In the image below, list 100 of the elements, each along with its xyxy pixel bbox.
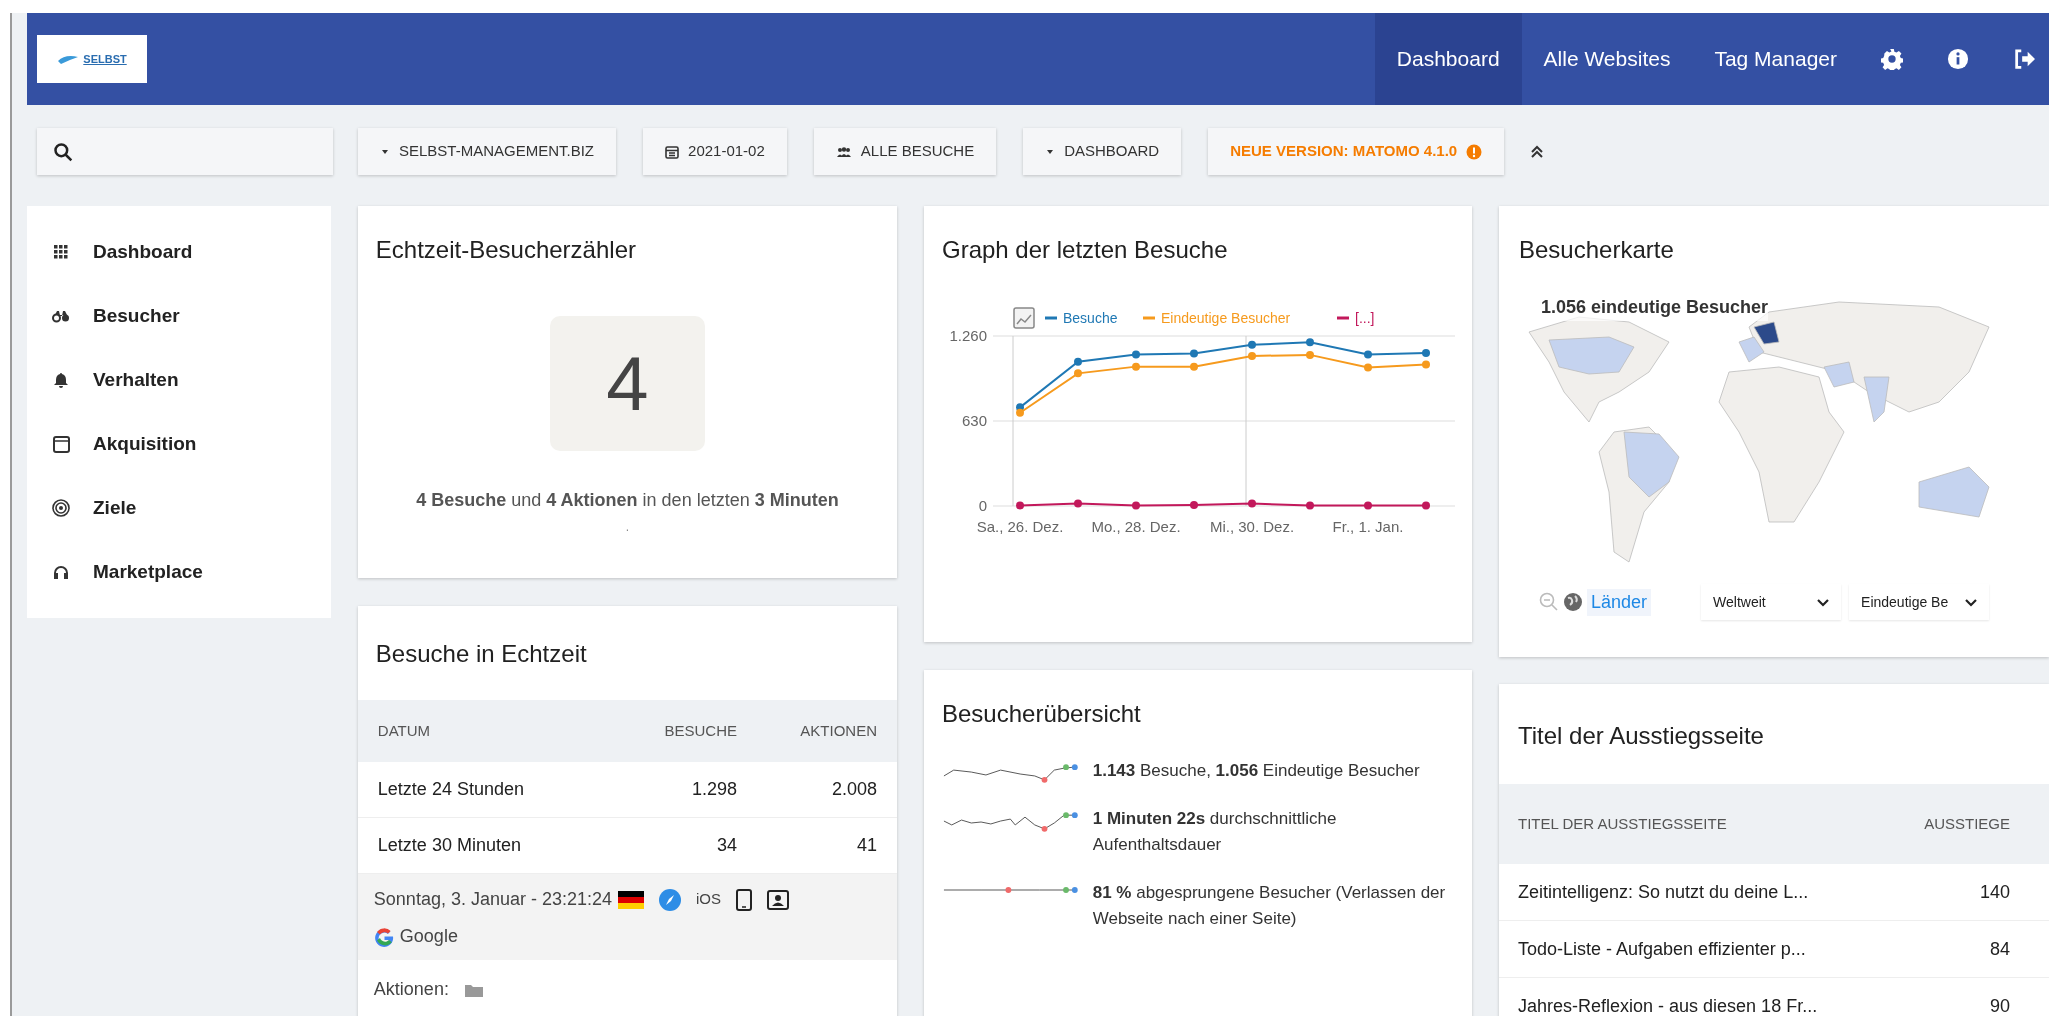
counter-summary: 4 Besuche und 4 Aktionen in den letzten 3 Minuten (416, 489, 839, 512)
data-point[interactable] (1074, 499, 1082, 508)
sidebar-item[interactable]: Ziele (27, 476, 331, 540)
bell-icon (54, 371, 68, 389)
axis-label: 630 (961, 412, 987, 429)
users-icon (835, 145, 852, 158)
axis-label: Fr., 1. Jan. (1332, 518, 1404, 535)
compass-icon (658, 887, 683, 912)
axis-label: 1.260 (949, 327, 987, 344)
dropdown-select[interactable]: Weltweit (1701, 584, 1842, 620)
table-cell-text: 84 (1988, 937, 2011, 961)
flag-icon (618, 890, 645, 909)
column-header: TITEL DER AUSSTIEGSSEITE (1518, 813, 1728, 834)
sidebar-item[interactable]: Verhalten (27, 348, 331, 412)
toolbar-button[interactable]: 2021-01-02 (643, 128, 787, 175)
chevron-icon (1965, 597, 1978, 607)
binoculars-icon (52, 309, 70, 323)
collapse-icon[interactable] (1530, 144, 1545, 159)
table-cell-text: Jahres-Reflexion - aus diesen 18 Fr... (1518, 994, 1819, 1016)
card-title: Graph der letzten Besuche (942, 235, 1229, 265)
axis-label: Mo., 28. Dez. (1091, 518, 1181, 535)
table-cell-text: 34 (715, 834, 737, 857)
legend-label: [...] (1355, 310, 1375, 326)
table-cell-text: 1.298 (690, 778, 737, 801)
data-point[interactable] (1016, 408, 1024, 417)
table-cell-text: Letzte 30 Minuten (377, 834, 522, 857)
data-point[interactable] (1132, 350, 1140, 359)
sidebar-item[interactable]: Akquisition (27, 412, 331, 476)
data-point[interactable] (1016, 501, 1024, 510)
axis-label: 0 (978, 497, 987, 514)
table-cell-text: Zeitintelligenz: So nutzt du deine L... (1518, 880, 1810, 904)
data-point[interactable] (1422, 501, 1430, 510)
sidebar-item[interactable]: Besucher (27, 284, 331, 348)
table-cell-text: Todo-Liste - Aufgaben effizienter p... (1518, 937, 1807, 961)
data-point[interactable] (1422, 349, 1430, 357)
data-point[interactable] (1364, 350, 1372, 359)
table-cell-text: 140 (1978, 880, 2011, 904)
grid-icon (54, 245, 68, 259)
data-point[interactable] (1190, 349, 1198, 358)
chart-type-icon[interactable] (1013, 307, 1035, 329)
toolbar-button[interactable]: SELBST-MANAGEMENT.BIZ (358, 128, 617, 175)
nav-tab[interactable]: Tag Manager (1692, 13, 1859, 105)
legend-label: Besuche (1063, 310, 1118, 326)
table-cell-text: 2.008 (830, 778, 877, 801)
table-cell-text: 41 (855, 834, 877, 857)
data-point[interactable] (1248, 340, 1256, 349)
data-point[interactable] (1190, 500, 1198, 509)
contact-card-icon (767, 889, 790, 910)
data-point[interactable] (1306, 501, 1314, 510)
sidebar-item[interactable]: Dashboard (27, 220, 331, 284)
table-cell-text: 90 (1988, 994, 2011, 1016)
actions-label: Aktionen: (373, 978, 449, 1001)
headphones-icon (53, 564, 69, 580)
metric-text: 81 % abgesprungene Besucher (Verlassen der Webseite nach einer Seite) (1092, 882, 1447, 930)
column-header: AKTIONEN (799, 720, 877, 741)
legend-item[interactable]: [...] (1337, 310, 1375, 326)
data-point[interactable] (1132, 501, 1140, 510)
folder-icon (464, 982, 483, 997)
data-point[interactable] (1306, 338, 1314, 347)
search-field[interactable] (37, 128, 333, 175)
site-logo[interactable]: SELBST (37, 35, 147, 83)
chevron-icon (1817, 597, 1830, 607)
legend-item[interactable]: Besuche (1045, 310, 1118, 326)
dropdown-select[interactable]: Eindeutige Be (1849, 584, 1990, 620)
card-title: Echtzeit-Besucherzähler (375, 235, 636, 265)
card-title: Titel der Ausstiegsseite (1517, 721, 1765, 751)
visit-time: Sonntag, 3. Januar - 23:21:24 (373, 888, 613, 911)
dot-text: . (625, 519, 630, 536)
calendar-icon (665, 144, 680, 159)
column-header: DATUM (377, 720, 432, 741)
toolbar-button[interactable]: ALLE BESUCHE (813, 128, 997, 175)
referrer-label: Google (399, 925, 458, 948)
metric-text: 1.143 Besuche, 1.056 Eindeutige Besucher (1092, 760, 1421, 782)
table-cell-text: Letzte 24 Stunden (377, 778, 525, 801)
window-icon (52, 435, 70, 453)
search-icon (53, 141, 73, 162)
sidebar-item[interactable]: Marketplace (27, 540, 331, 604)
visitor-count: 4 (549, 316, 705, 451)
info-icon[interactable] (1947, 48, 1969, 70)
logout-icon[interactable] (2013, 48, 2035, 70)
google-icon (373, 925, 396, 948)
card-title: Besucherkarte (1519, 235, 1675, 265)
card-title: Besuche in Echtzeit (374, 639, 588, 669)
column-header: BESUCHE (663, 720, 737, 741)
toolbar-button[interactable]: DASHBOARD (1023, 128, 1182, 175)
metric-text: 1 Minuten 22s durchschnittliche Aufenthaltsdauer (1092, 808, 1338, 856)
data-point[interactable] (1074, 357, 1082, 366)
axis-label: Mi., 30. Dez. (1209, 518, 1295, 535)
settings-icon[interactable] (1881, 48, 1903, 70)
card-title: Besucherübersicht (942, 699, 1142, 729)
nav-tab[interactable]: Dashboard (1374, 13, 1522, 105)
os-label: iOS (696, 889, 722, 910)
axis-label: Sa., 26. Dez. (976, 518, 1064, 535)
column-header: AUSSTIEGE (1923, 813, 2011, 834)
data-point[interactable] (1248, 499, 1256, 508)
warning-icon (1466, 143, 1483, 160)
tablet-icon (735, 888, 754, 911)
data-point[interactable] (1364, 501, 1372, 510)
nav-tab[interactable]: Alle Websites (1521, 13, 1693, 105)
target-icon (52, 499, 70, 517)
